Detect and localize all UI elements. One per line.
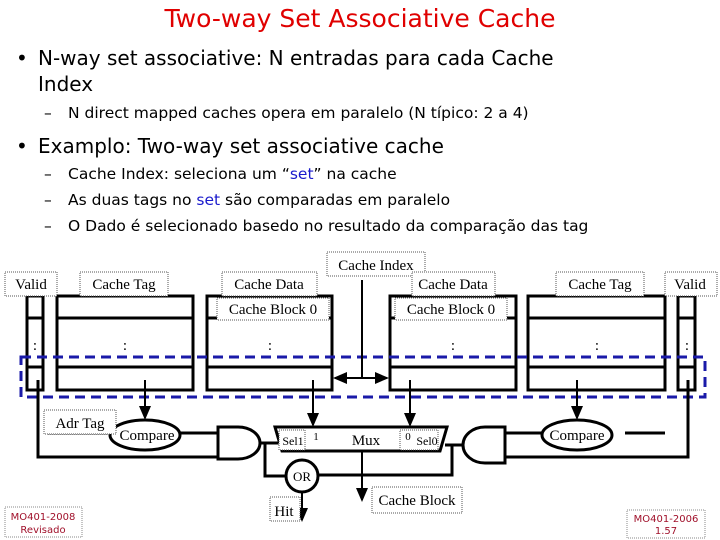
compare-label-right: Compare (550, 428, 605, 444)
mux-input-1: 1 (313, 431, 319, 443)
slide: Two-way Set Associative Cache • N-way se… (0, 0, 720, 540)
valid-label-left: Valid (15, 277, 47, 293)
mux-label: Mux (352, 433, 381, 449)
hit-label: Hit (274, 504, 294, 520)
and-gate-left (216, 425, 262, 461)
valid-label-right: Valid (674, 277, 706, 293)
compare-label-left: Compare (120, 428, 175, 444)
adr-tag-label: Adr Tag (55, 416, 105, 432)
cache-diagram: Valid Cache Tag Cache Data Cache Block 0… (4, 251, 718, 539)
cache-tag-label-left: Cache Tag (92, 277, 156, 293)
ellipsis: : (123, 338, 127, 354)
cache-data-label-left: Cache Data (234, 277, 304, 293)
cache-block-label: Cache Block (378, 493, 456, 509)
footer-right-line2: 1.57 (655, 526, 677, 537)
ellipsis: : (268, 338, 272, 354)
ellipsis: : (33, 338, 37, 354)
ellipsis: : (595, 338, 599, 354)
ellipsis: : (685, 338, 689, 354)
mux-input-0: 0 (405, 431, 411, 443)
cache-block-0-label-left: Cache Block 0 (229, 302, 317, 318)
cache-tag-label-right: Cache Tag (568, 277, 632, 293)
footer-right-line1: MO401-2006 (634, 514, 699, 525)
cache-index-label: Cache Index (338, 258, 414, 274)
ellipsis: : (451, 338, 455, 354)
sel1-label: Sel1 (282, 434, 303, 448)
or-label: OR (293, 469, 311, 484)
cache-block-0-label-right: Cache Block 0 (407, 302, 495, 318)
sel0-label: Sel0 (416, 434, 437, 448)
footer-left-line1: MO401-2008 (11, 512, 76, 523)
cache-data-label-right: Cache Data (418, 277, 488, 293)
footer-left-line2: Revisado (20, 525, 65, 536)
and-gate-right (461, 425, 507, 465)
